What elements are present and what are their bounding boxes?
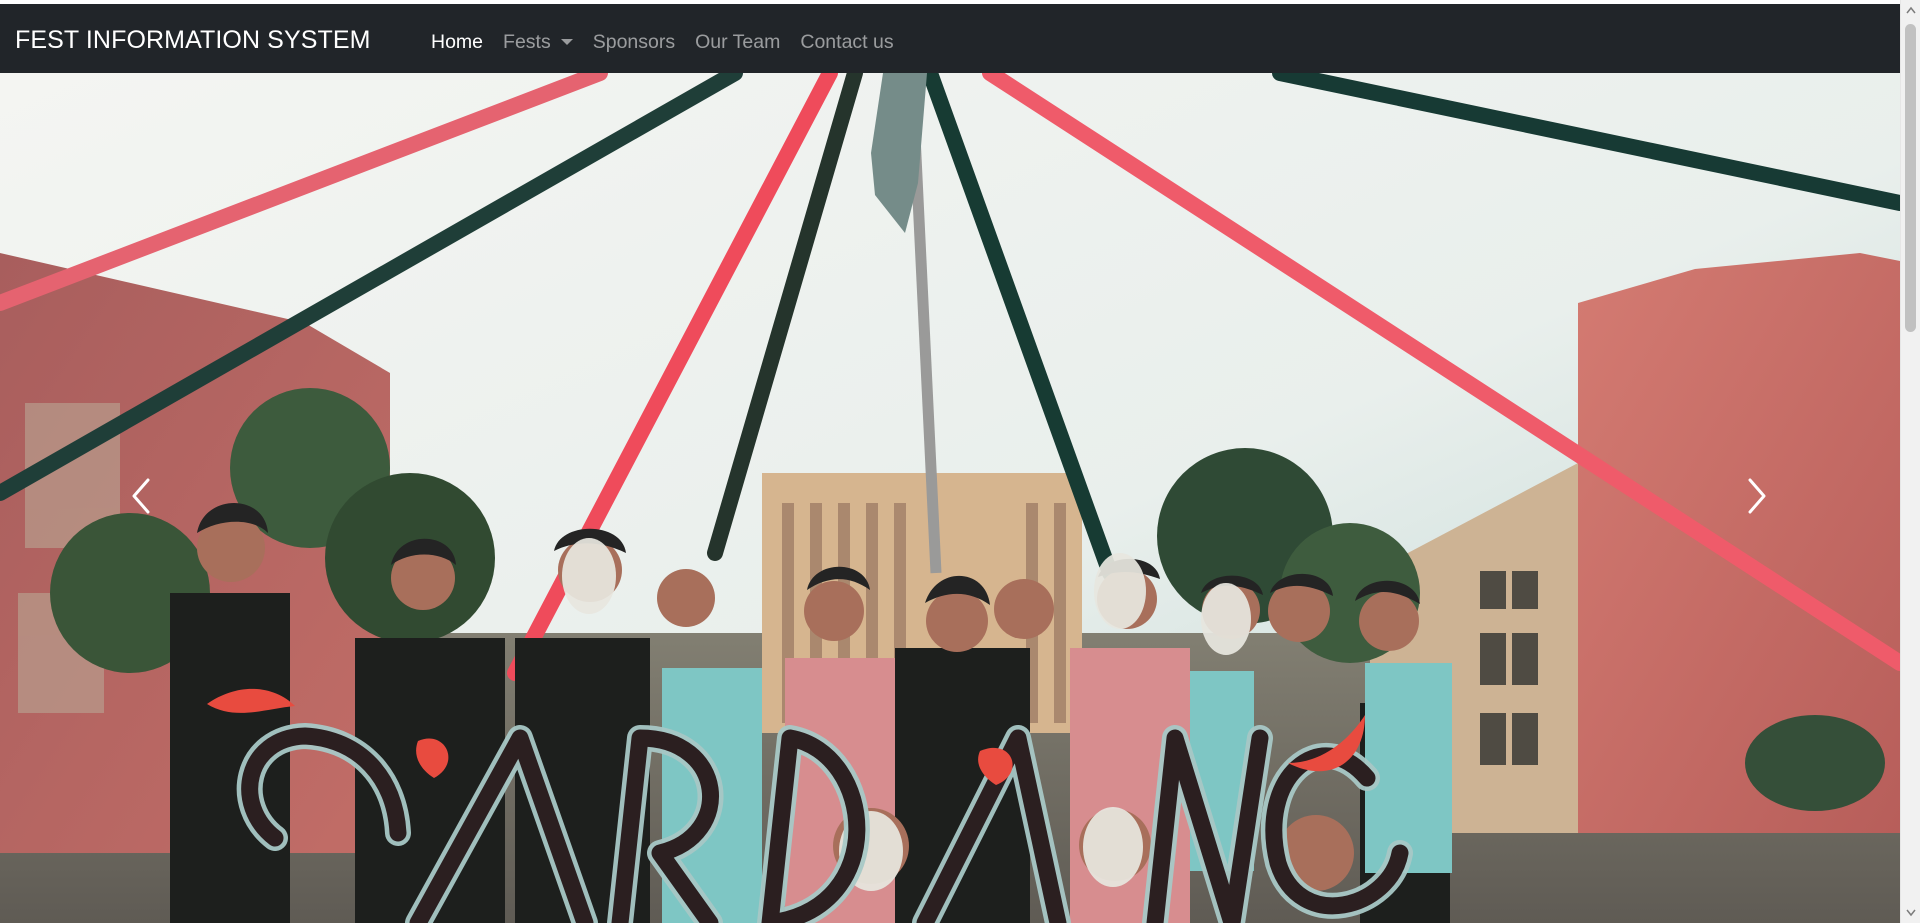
scroll-up-button[interactable]: [1901, 0, 1920, 20]
chevron-right-icon: [1748, 478, 1766, 514]
nav-item-home[interactable]: Home: [431, 27, 483, 57]
nav-item-sponsors[interactable]: Sponsors: [593, 27, 675, 57]
scroll-down-arrow-icon: [1906, 909, 1916, 917]
browser-page: FEST INFORMATION SYSTEM Home Fests Spons…: [0, 0, 1920, 923]
hero-photo: [0, 73, 1900, 923]
hero-carousel[interactable]: [0, 73, 1900, 923]
navbar-brand[interactable]: FEST INFORMATION SYSTEM: [15, 25, 371, 55]
dropdown-caret-icon: [560, 39, 573, 45]
navbar: FEST INFORMATION SYSTEM Home Fests Spons…: [0, 4, 1900, 73]
scrollbar-thumb[interactable]: [1905, 24, 1916, 332]
nav-item-our-team[interactable]: Our Team: [695, 27, 780, 57]
nav-item-contact-us[interactable]: Contact us: [800, 27, 893, 57]
nav-item-fests-label: Fests: [503, 31, 551, 53]
vertical-scrollbar[interactable]: [1900, 0, 1920, 923]
carousel-prev-button[interactable]: [96, 416, 186, 576]
chevron-left-icon: [132, 478, 150, 514]
nav-item-fests[interactable]: Fests: [503, 27, 573, 57]
scroll-down-button[interactable]: [1901, 903, 1920, 923]
scroll-up-arrow-icon: [1906, 6, 1916, 14]
main-navigation: Home Fests Sponsors Our Team Contact us: [431, 27, 914, 57]
carousel-next-button[interactable]: [1712, 416, 1802, 576]
